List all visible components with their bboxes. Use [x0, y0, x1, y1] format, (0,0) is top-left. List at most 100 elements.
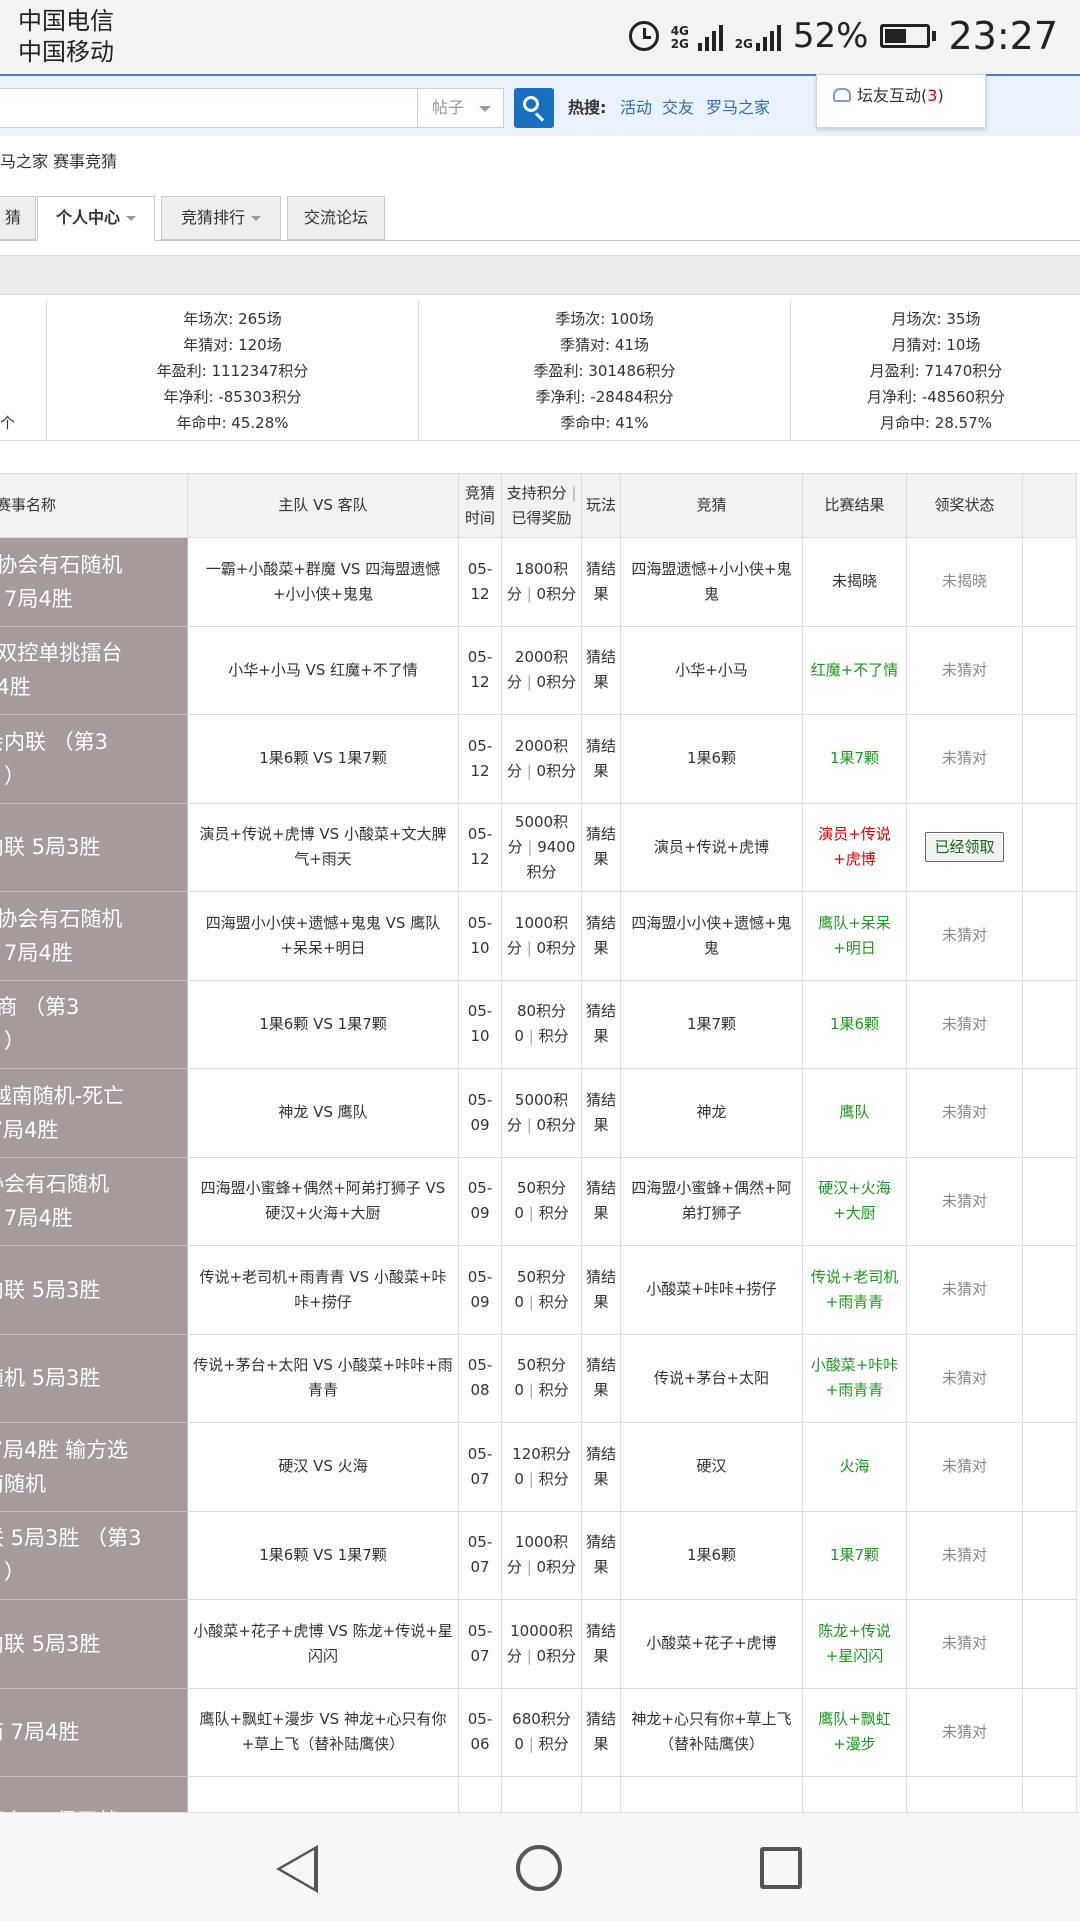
- match-result: 1果7颗: [802, 714, 907, 804]
- points: 120积分 0 | 积分: [501, 1422, 582, 1512]
- points: 2000积分 | 0积分: [501, 714, 582, 804]
- forum-interaction-count: 3: [927, 86, 938, 105]
- recent-apps-icon[interactable]: [760, 1847, 802, 1889]
- claim-status: 未猜对: [941, 1280, 987, 1299]
- event-name[interactable]: 年协会有石随机赛，7局4胜: [0, 1156, 188, 1246]
- guess-time: 05- 10: [458, 979, 502, 1069]
- tab-label: 竞猜排行: [180, 208, 245, 227]
- tab-bar: 猜 个人中心 竞猜排行 交流论坛: [0, 196, 1080, 241]
- teams: 鹰队+飘虹+漫步 VS 神龙+心只有你+草上飞（替补陆鹰侠）: [187, 1687, 459, 1777]
- event-name[interactable]: 会内联 5局3胜: [0, 802, 188, 892]
- tab-personal-center[interactable]: 个人中心: [37, 196, 155, 241]
- search-type-select[interactable]: 帖子: [418, 88, 504, 128]
- claim-status-cell: 未揭晓: [906, 537, 1023, 627]
- claim-status-cell: 未猜对: [906, 1333, 1023, 1423]
- breadcrumb[interactable]: 马之家 赛事竞猜: [0, 148, 117, 172]
- play-type: 猜结果: [581, 891, 621, 981]
- match-result: 火海: [802, 1422, 907, 1512]
- event-name[interactable]: 会内联 5局3胜: [0, 1245, 188, 1335]
- stats-month: 月场次: 35场 月猜对: 10场 月盈利: 71470积分 月净利: -485…: [791, 300, 1080, 440]
- guess-pick: 神龙: [620, 1068, 803, 1158]
- play-type: 猜结果: [581, 979, 621, 1069]
- hot-link-roma[interactable]: 罗马之家: [706, 94, 770, 118]
- teams: 1果6颗 VS 1果7颗: [187, 979, 459, 1069]
- table-row: 会内联 5局3胜传说+老司机+雨青青 VS 小酸菜+咔咔+捞仔05-0950积分…: [0, 1245, 1077, 1335]
- tab-guess[interactable]: 猜: [0, 196, 36, 240]
- event-name[interactable]: 8年协会有石随机赛，7局4胜: [0, 891, 188, 981]
- event-name[interactable]: 打商 7局4胜: [0, 1687, 188, 1777]
- hot-link-activity[interactable]: 活动: [620, 94, 652, 118]
- event-name[interactable]: 南随机 5局3胜: [0, 1333, 188, 1423]
- event-name[interactable]: 协会内联 （第3！！）: [0, 714, 188, 804]
- carrier-names: 中国电信 中国移动: [18, 6, 114, 68]
- forum-interaction-popup[interactable]: 坛友互动(3): [816, 74, 986, 128]
- match-result: 鹰队+呆呆+明日: [802, 891, 907, 981]
- carrier-1: 中国电信: [18, 7, 114, 35]
- col-header-points: 支持积分 | 已得奖励: [501, 473, 582, 538]
- stats-panel: 个 年场次: 265场 年猜对: 120场 年盈利: 1112347积分 年净利…: [0, 300, 1080, 441]
- table-row: 年协会有石随机赛，7局4胜四海盟小蜜蜂+偶然+阿弟打狮子 VS 硬汉+火海+大厨…: [0, 1156, 1077, 1246]
- points: 50积分 0 | 积分: [501, 1245, 582, 1335]
- claimed-button[interactable]: 已经领取: [925, 832, 1004, 863]
- points: 50积分 0 | 积分: [501, 1333, 582, 1423]
- event-name[interactable]: 内联 5局3胜 （第3！！）: [0, 1510, 188, 1600]
- play-type: 猜结果: [581, 625, 621, 715]
- guess-time: 05- 12: [458, 625, 502, 715]
- search-button[interactable]: [514, 88, 554, 128]
- guess-pick: 1果6颗: [620, 714, 803, 804]
- claim-status: 未揭晓: [941, 572, 987, 591]
- teams: 传说+茅台+太阳 VS 小酸菜+咔咔+雨青青: [187, 1333, 459, 1423]
- points: 5000积分 | 9400积分: [501, 802, 582, 892]
- table-row: 8年协会有石随机赛，7局4胜四海盟小小侠+遗憾+鬼鬼 VS 鹰队+呆呆+明日05…: [0, 891, 1077, 981]
- tab-label: 交流论坛: [303, 208, 368, 227]
- match-result: 硬汉+火海+大厨: [802, 1156, 907, 1246]
- teams: 一霸+小酸菜+群魔 VS 四海盟遗憾+小小侠+鬼鬼: [187, 537, 459, 627]
- claim-status: 未猜对: [941, 1103, 987, 1122]
- extra-cell: [1022, 537, 1077, 627]
- stat-line: 月猜对: 10场: [891, 336, 981, 354]
- play-type: 猜结果: [581, 1245, 621, 1335]
- guess-pick: 传说+茅台+太阳: [620, 1333, 803, 1423]
- tab-ranking[interactable]: 竞猜排行: [161, 196, 281, 240]
- match-result: 红魔+不了情: [802, 625, 907, 715]
- stat-line: 年猜对: 120场: [183, 336, 282, 354]
- guess-pick: 小酸菜+花子+虎博: [620, 1599, 803, 1689]
- event-name[interactable]: 赛 7局4胜 输方选越南随机: [0, 1422, 188, 1512]
- guess-pick: 小酸菜+咔咔+捞仔: [620, 1245, 803, 1335]
- teams: 四海盟小小侠+遗憾+鬼鬼 VS 鹰队+呆呆+明日: [187, 891, 459, 981]
- event-name[interactable]: 会内联 5局3胜: [0, 1599, 188, 1689]
- claim-status: 未猜对: [941, 1368, 987, 1387]
- hot-link-friends[interactable]: 交友: [662, 94, 694, 118]
- claim-status-cell: 未猜对: [906, 714, 1023, 804]
- claim-status-cell: 未猜对: [906, 979, 1023, 1069]
- col-header-status: 领奖状态: [906, 473, 1023, 538]
- section-band: [0, 255, 1080, 295]
- claim-status: 未猜对: [941, 926, 987, 945]
- stats-season: 季场次: 100场 季猜对: 41场 季盈利: 301486积分 季净利: -2…: [419, 300, 790, 440]
- points: 1800积分 | 0积分: [501, 537, 582, 627]
- stat-line: 月盈利: 71470积分: [869, 362, 1003, 380]
- alarm-icon: [628, 21, 659, 51]
- extra-cell: [1022, 1510, 1077, 1600]
- table-row: 3打商 （第3！！）1果6颗 VS 1果7颗05-1080积分0 | 积分猜结果…: [0, 979, 1077, 1069]
- home-icon[interactable]: [516, 1845, 562, 1891]
- claim-status: 未猜对: [941, 1634, 987, 1653]
- col-header-play: 玩法: [581, 473, 621, 538]
- match-result: 小酸菜+咔咔+雨青青: [802, 1333, 907, 1423]
- status-bar: 中国电信 中国移动 4G 2G 2G 52% 23:27: [0, 0, 1080, 74]
- guess-time: 05- 10: [458, 891, 502, 981]
- chevron-down-icon: [251, 216, 261, 221]
- table-row: 南随机 5局3胜传说+茅台+太阳 VS 小酸菜+咔咔+雨青青05-0850积分0…: [0, 1333, 1077, 1423]
- event-name[interactable]: 8年双控单挑擂台7局4胜: [0, 625, 188, 715]
- extra-cell: [1022, 1333, 1077, 1423]
- guess-pick: 四海盟小小侠+遗憾+鬼鬼: [620, 891, 803, 981]
- event-name[interactable]: 3打商 （第3！！）: [0, 979, 188, 1069]
- claim-status-cell: 未猜对: [906, 1068, 1023, 1158]
- tab-forum[interactable]: 交流论坛: [287, 196, 385, 240]
- points: 2000积分 | 0积分: [501, 625, 582, 715]
- table-row: 8年协会有石随机赛，7局4胜一霸+小酸菜+群魔 VS 四海盟遗憾+小小侠+鬼鬼0…: [0, 537, 1077, 627]
- event-name[interactable]: 述-越南随机-死亡插 7局4胜: [0, 1068, 188, 1158]
- search-input[interactable]: [0, 88, 418, 128]
- teams: 传说+老司机+雨青青 VS 小酸菜+咔咔+捞仔: [187, 1245, 459, 1335]
- event-name[interactable]: 8年协会有石随机赛，7局4胜: [0, 537, 188, 627]
